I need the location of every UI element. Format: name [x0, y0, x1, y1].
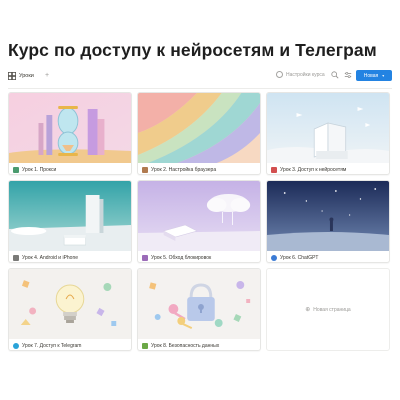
new-page-button[interactable]: Новая ▾	[356, 70, 392, 81]
search-field[interactable]: Настройки курса	[276, 71, 325, 78]
card-cover-image	[9, 181, 131, 251]
card-cover-image	[138, 93, 260, 163]
heart-icon	[142, 254, 148, 261]
gallery-card[interactable]: Урок 2. Настройка браузера	[137, 92, 261, 175]
doc-icon	[13, 166, 19, 173]
card-title: Урок 2. Настройка браузера	[151, 166, 217, 173]
gallery-card[interactable]: Урок 5. Обход блокировок	[137, 180, 261, 263]
card-title: Урок 5. Обход блокировок	[151, 254, 212, 261]
gallery-card[interactable]: Урок 6. ChatGPT	[266, 180, 390, 263]
gallery-card[interactable]: Урок 4. Android и iPhone	[8, 180, 132, 263]
card-title: Урок 4. Android и iPhone	[22, 254, 79, 261]
card-cover-image	[9, 93, 131, 163]
search-icon	[276, 71, 283, 78]
new-button-label: Новая	[363, 72, 379, 79]
new-page-label: Новая страница	[313, 306, 351, 313]
gallery-view-icon	[8, 72, 16, 80]
card-title: Урок 7. Доступ к Telegram	[22, 342, 82, 349]
view-tab-label: Уроки	[19, 73, 34, 79]
plus-icon: ⊕	[305, 307, 311, 313]
card-title: Урок 8. Безопасность данных	[151, 342, 220, 349]
toolbar-divider	[8, 88, 392, 89]
phone-icon	[13, 254, 19, 261]
telegram-icon	[13, 342, 19, 349]
search-placeholder: Настройки курса	[286, 71, 325, 78]
page-title: Курс по доступу к нейросетям и Телеграм	[8, 40, 377, 60]
card-cover-image	[138, 269, 260, 339]
sliders-icon[interactable]	[344, 71, 352, 79]
database-toolbar: Уроки + Настройки курса Новая ▾	[8, 70, 392, 88]
new-page-card[interactable]: ⊕ Новая страница	[266, 268, 390, 351]
globe-icon	[271, 254, 277, 261]
card-cover-image	[267, 181, 389, 251]
gallery-card[interactable]: Урок 1. Прокси	[8, 92, 132, 175]
card-title: Урок 3. Доступ к нейросетям	[280, 166, 347, 173]
card-cover-image	[267, 93, 389, 163]
search-icon[interactable]	[331, 71, 339, 79]
view-tab-gallery[interactable]: Уроки	[8, 72, 34, 80]
pin-icon	[271, 166, 277, 173]
gallery-card[interactable]: Урок 3. Доступ к нейросетям	[266, 92, 390, 175]
card-title: Урок 1. Прокси	[22, 166, 57, 173]
gear-icon	[142, 166, 148, 173]
leaf-icon	[142, 342, 148, 349]
gallery-card[interactable]: Урок 8. Безопасность данных	[137, 268, 261, 351]
gallery-card[interactable]: Урок 7. Доступ к Telegram	[8, 268, 132, 351]
card-title: Урок 6. ChatGPT	[280, 254, 319, 261]
chevron-down-icon[interactable]: ▾	[382, 73, 384, 78]
card-cover-image	[138, 181, 260, 251]
add-view-button[interactable]: +	[45, 72, 49, 79]
card-cover-image	[9, 269, 131, 339]
